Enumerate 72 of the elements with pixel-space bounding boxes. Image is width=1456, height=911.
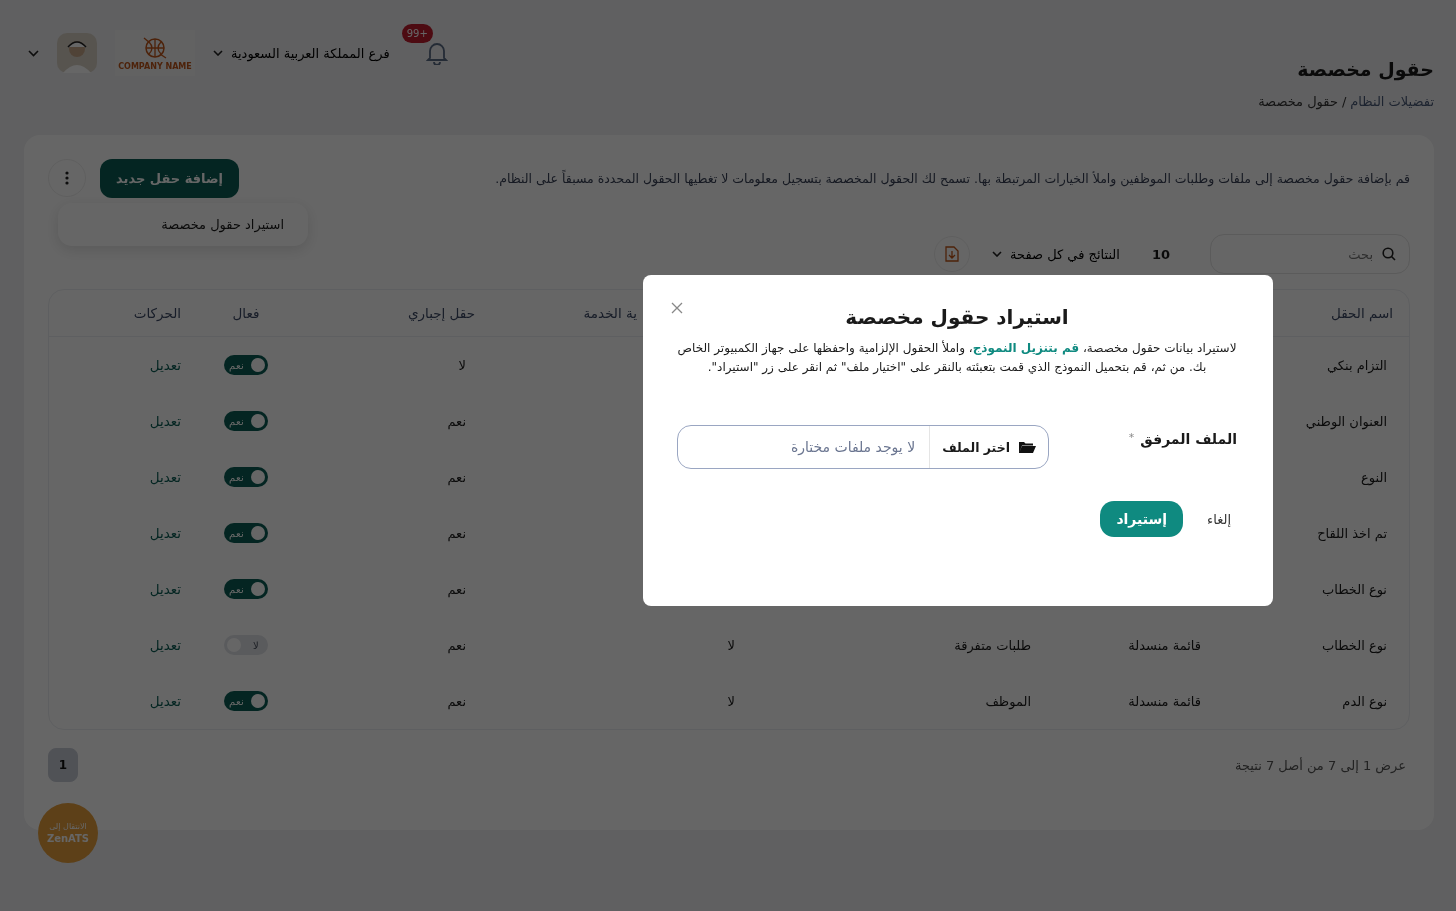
export-button[interactable]: [934, 236, 971, 272]
table-cell-text: لا: [726, 693, 736, 709]
import-button[interactable]: إستيراد: [1100, 501, 1184, 537]
user-avatar[interactable]: [57, 33, 97, 73]
table-cell-text: نعم: [446, 693, 467, 709]
table-cell-text: النوع: [1360, 469, 1388, 485]
table-cell-text: نعم: [446, 413, 467, 429]
column-header: فعال: [232, 305, 260, 321]
dialog-title: استيراد حقول مخصصة: [844, 305, 1070, 329]
breadcrumb-current: حقول مخصصة: [1258, 94, 1338, 109]
active-toggle[interactable]: نعم: [224, 467, 268, 487]
notification-badge: +99: [401, 24, 433, 43]
active-toggle[interactable]: نعم: [224, 411, 268, 431]
table-cell-text: نعم: [446, 469, 467, 485]
table-cell-text: نعم: [446, 581, 467, 597]
table-cell-text: قائمة منسدلة: [1127, 693, 1202, 709]
branch-selector[interactable]: فرع المملكة العربية السعودية: [213, 45, 390, 61]
chevron-down-icon: [992, 251, 1003, 257]
page-title: حقول مخصصة: [1297, 58, 1434, 80]
page-button[interactable]: 1: [48, 748, 78, 782]
table-cell-text: لا: [726, 637, 736, 653]
active-toggle[interactable]: نعم: [224, 579, 268, 599]
edit-link[interactable]: تعديل: [149, 413, 181, 429]
table-cell-text: لا: [457, 357, 467, 373]
column-header: حقل إجباري: [407, 305, 475, 321]
table-cell-text: نوع الخطاب: [1320, 637, 1388, 653]
more-icon: [65, 171, 69, 185]
search-icon: [1382, 247, 1396, 261]
edit-link[interactable]: تعديل: [149, 357, 181, 373]
table-cell-text: طلبات متفرقة: [953, 637, 1032, 653]
column-header: ية الخدمة: [583, 305, 637, 321]
choose-file-label: اختر الملف: [942, 439, 1010, 455]
edit-link[interactable]: تعديل: [149, 637, 181, 653]
cancel-button[interactable]: إلغاء: [1201, 505, 1237, 533]
table-cell-text: نوع الدم: [1341, 693, 1388, 709]
active-toggle[interactable]: نعم: [224, 691, 268, 711]
table-cell-text: نعم: [446, 637, 467, 653]
page-size-value: 10: [1151, 246, 1170, 262]
chevron-down-icon[interactable]: [28, 49, 39, 57]
table-cell-text: قائمة منسدلة: [1127, 637, 1202, 653]
add-field-button[interactable]: إضافة حقل جديد: [100, 158, 239, 198]
edit-link[interactable]: تعديل: [149, 693, 181, 709]
table-cell-text: نوع الخطاب: [1320, 581, 1388, 597]
intro-text: قم بإضافة حقول مخصصة إلى ملفات وطلبات الموظفين واملأ الخيارات المرتبطة بها. تسمح لك الحقول المخصصة بتسجيل معلومات لا تغطيها الحقول المحددة مسبقاً على النظام.: [494, 170, 1410, 186]
table-cell-text: الموظف: [984, 693, 1032, 709]
active-toggle[interactable]: نعم: [224, 355, 268, 375]
page-size-dropdown[interactable]: النتائج في كل صفحة: [992, 246, 1138, 262]
table-cell-text: تم اخذ اللقاح: [1316, 525, 1388, 541]
menu-item[interactable]: استيراد حقول مخصصة: [58, 217, 308, 232]
edit-link[interactable]: تعديل: [149, 581, 181, 597]
breadcrumb-separator: /: [1341, 94, 1347, 109]
edit-link[interactable]: تعديل: [149, 525, 181, 541]
chevron-down-icon: [213, 50, 223, 56]
field-label: الملف المرفق: [1140, 431, 1237, 447]
download-icon: [945, 246, 960, 262]
column-header: اسم الحقل: [1331, 305, 1393, 321]
column-header: الحركات: [133, 305, 181, 321]
table-cell-text: نعم: [446, 525, 467, 541]
breadcrumb-link[interactable]: تفضيلات النظام: [1350, 94, 1434, 109]
required-mark: *: [1128, 431, 1135, 446]
active-toggle[interactable]: لا: [224, 635, 268, 655]
dialog-description: لاستيراد بيانات حقول مخصصة، قم بتنزيل النموذج، واملأ الحقول الإلزامية واحفظها على جهاز الكمبيوتر الخاص بك. من ثم، قم بتحميل النموذج الذي قمت بتعبئته بالنقر على "اختيار ملف" ثم انقر على زر "استيراد".: [677, 339, 1237, 377]
no-file-text: لا يوجد ملفات مختارة: [790, 439, 917, 455]
pagination-summary: عرض 1 إلى 7 من أصل 7 نتيجة: [1234, 757, 1407, 773]
file-input-field[interactable]: اختر الملف لا يوجد ملفات مختارة: [677, 425, 1049, 469]
close-icon[interactable]: [671, 302, 683, 314]
folder-icon: [1018, 440, 1036, 454]
table-cell-text: العنوان الوطني: [1304, 413, 1388, 429]
active-toggle[interactable]: نعم: [224, 523, 268, 543]
more-button[interactable]: [48, 159, 86, 197]
edit-link[interactable]: تعديل: [149, 469, 181, 485]
table-cell-text: التزام بنكي: [1325, 357, 1388, 373]
